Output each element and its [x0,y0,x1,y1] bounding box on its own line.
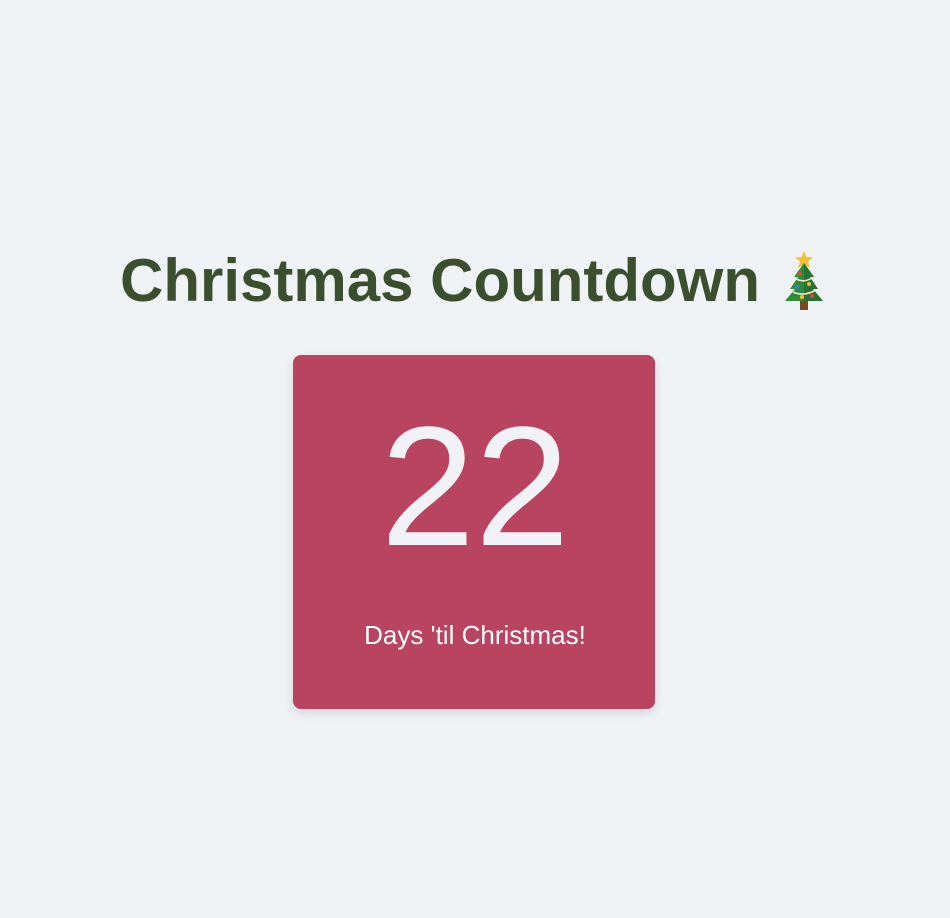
page-header: Christmas Countdown [0,238,950,324]
days-remaining-count: 22 [380,392,570,582]
christmas-tree-icon [778,249,830,313]
countdown-caption: Days 'til Christmas! [364,620,586,650]
page-title: Christmas Countdown [120,247,760,314]
